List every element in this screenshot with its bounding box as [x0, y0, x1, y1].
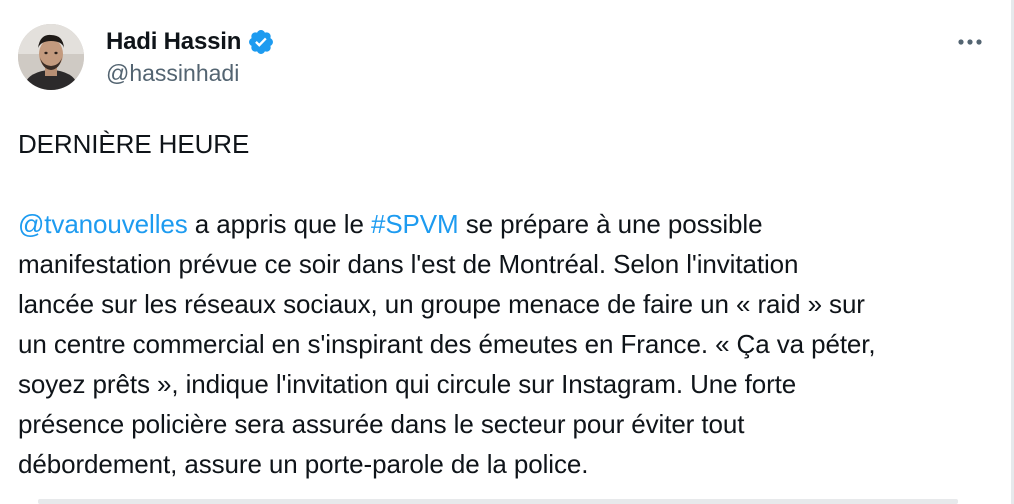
divider [38, 499, 958, 504]
tweet-text-segment: a appris que le [187, 209, 371, 239]
tweet-text-line: lancée sur les réseaux sociaux, un group… [18, 289, 865, 319]
tweet-text-line: présence policière sera assurée dans le … [18, 409, 745, 439]
hashtag-link[interactable]: #SPVM [371, 209, 459, 239]
avatar-image [18, 24, 84, 90]
mention-link[interactable]: @tvanouvelles [18, 209, 188, 239]
author-display-name[interactable]: Hadi Hassin [106, 28, 241, 56]
tweet-headline: DERNIÈRE HEURE [18, 129, 250, 159]
tweet-text: DERNIÈRE HEURE @tvanouvelles a appris qu… [18, 124, 978, 484]
tweet-text-segment: se prépare à une possible [458, 209, 763, 239]
tweet-card: Hadi Hassin @hassinhadi DERNIÈRE HEURE @… [0, 0, 1014, 504]
avatar[interactable] [18, 24, 84, 90]
more-horizontal-icon [958, 39, 982, 45]
author-names: Hadi Hassin @hassinhadi [106, 28, 275, 87]
tweet-header: Hadi Hassin @hassinhadi [18, 22, 994, 94]
verified-badge-icon [247, 28, 275, 56]
display-name-row: Hadi Hassin [106, 28, 275, 56]
tweet-paragraph: @tvanouvelles a appris que le #SPVM se p… [18, 204, 978, 484]
tweet-text-line: débordement, assure un porte-parole de l… [18, 449, 589, 479]
author-handle[interactable]: @hassinhadi [106, 60, 275, 87]
tweet-text-line: manifestation prévue ce soir dans l'est … [18, 249, 799, 279]
tweet-text-line: soyez prêts », indique l'invitation qui … [18, 369, 797, 399]
more-options-button[interactable] [950, 30, 990, 54]
tweet-text-line: un centre commercial en s'inspirant des … [18, 329, 876, 359]
